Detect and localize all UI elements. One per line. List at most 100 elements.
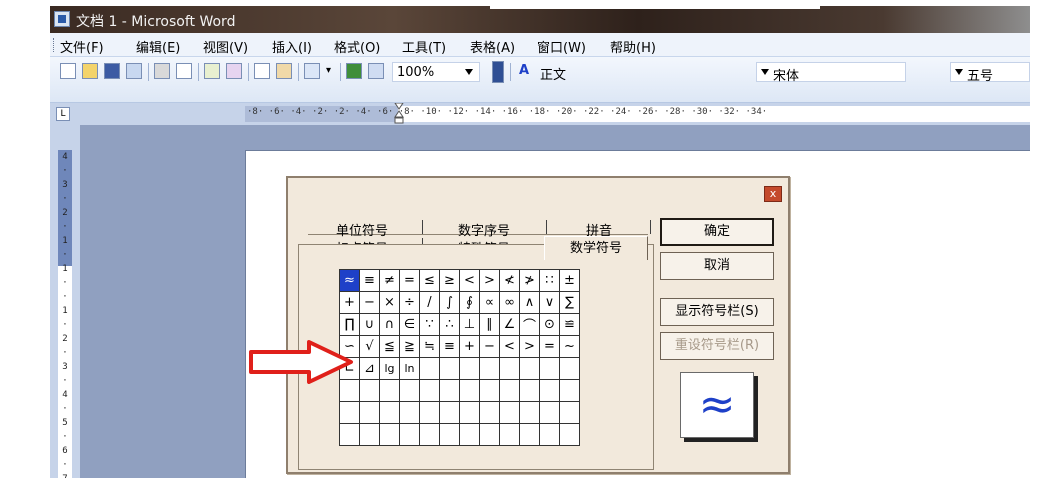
tab-separator [422,220,423,234]
indent-marker-icon[interactable] [394,103,404,125]
symbol-cell[interactable]: ∠ [499,313,520,336]
open-folder-icon[interactable] [82,63,98,79]
symbol-cell[interactable]: < [459,269,480,292]
empty-symbol-cell [419,379,440,402]
menu-view[interactable]: 视图(V) [203,37,248,56]
vertical-ruler-tick: · [62,292,68,302]
toolbar-options-icon[interactable] [492,61,504,83]
symbol-cell[interactable]: ⌒ [519,313,540,336]
vertical-ruler[interactable]: 4 · 3 · 2 · 1 · 1 · · 1 · 2 · 3 · 4 · 5 · 6 · 7 [58,150,72,478]
empty-symbol-cell [539,357,560,380]
symbol-cell[interactable]: ∈ [399,313,420,336]
menu-help[interactable]: 帮助(H) [610,37,656,56]
symbol-cell[interactable]: / [419,291,440,314]
permission-icon[interactable] [126,63,142,79]
menu-insert[interactable]: 插入(I) [272,37,312,56]
symbol-cell[interactable]: ∷ [539,269,560,292]
symbol-cell[interactable]: ⊥ [459,313,480,336]
symbol-cell[interactable]: ∏ [339,313,360,336]
menu-table[interactable]: 表格(A) [470,37,515,56]
symbol-cell[interactable]: ∑ [559,291,580,314]
symbol-cell[interactable]: ≤ [419,269,440,292]
tab-unit-symbols[interactable]: 单位符号 [312,220,412,239]
research-icon[interactable] [226,63,242,79]
spelling-icon[interactable] [204,63,220,79]
print-preview-icon[interactable] [176,63,192,79]
symbol-cell[interactable]: − [479,335,500,358]
cancel-button[interactable]: 取消 [660,252,774,280]
empty-symbol-cell [439,379,460,402]
symbol-cell[interactable]: ÷ [399,291,420,314]
symbol-cell[interactable]: ∝ [479,291,500,314]
menu-file[interactable]: 文件(F) [60,37,104,56]
symbol-cell[interactable]: > [479,269,500,292]
symbol-cell[interactable]: √ [359,335,380,358]
symbol-cell[interactable]: ≒ [419,335,440,358]
symbol-cell[interactable]: − [359,291,380,314]
symbol-cell[interactable]: ∧ [519,291,540,314]
symbol-cell[interactable]: ∮ [459,291,480,314]
symbol-cell[interactable]: + [459,335,480,358]
paste-icon[interactable] [276,63,292,79]
print-icon[interactable] [154,63,170,79]
symbol-cell[interactable]: ≥ [439,269,460,292]
symbol-cell[interactable]: ± [559,269,580,292]
symbol-cell[interactable]: ∵ [419,313,440,336]
symbol-cell[interactable]: + [339,291,360,314]
menu-format[interactable]: 格式(O) [334,37,380,56]
undo-dropdown-icon[interactable]: ▾ [326,63,336,79]
symbol-cell[interactable]: = [539,335,560,358]
symbol-cell[interactable]: > [519,335,540,358]
symbol-cell[interactable]: ≡ [359,269,380,292]
ok-button[interactable]: 确定 [660,218,774,246]
symbol-cell[interactable]: ∴ [439,313,460,336]
new-document-icon[interactable] [60,63,76,79]
symbol-cell[interactable]: ∪ [359,313,380,336]
font-combo[interactable]: 宋体 [756,62,906,84]
show-symbol-bar-button[interactable]: 显示符号栏(S) [660,298,774,326]
undo-icon[interactable] [304,63,320,79]
empty-symbol-cell [539,401,560,424]
symbol-cell[interactable]: ≦ [379,335,400,358]
symbol-cell[interactable]: ∨ [539,291,560,314]
symbol-cell[interactable]: ∥ [479,313,500,336]
style-combo[interactable]: 正文 [536,62,646,83]
symbol-cell[interactable]: ≡ [439,335,460,358]
tab-number-sequence[interactable]: 数字序号 [434,220,534,239]
tab-selector-icon[interactable]: L [56,107,70,121]
hyperlink-icon[interactable] [346,63,362,79]
vertical-ruler-tick: 1 [62,306,68,316]
styles-pane-icon[interactable]: A [516,63,532,79]
symbol-cell[interactable]: ≯ [519,269,540,292]
symbol-cell[interactable]: lg [379,357,400,380]
symbol-cell[interactable]: ≌ [559,313,580,336]
symbol-cell[interactable]: ∩ [379,313,400,336]
size-combo[interactable]: 五号 [950,62,1030,84]
symbol-cell[interactable]: ≠ [379,269,400,292]
horizontal-ruler[interactable]: ·8· ·6· ·4· ·2· ·2· ·4· ·6· ·8· ·10· ·12… [245,103,1030,125]
menu-tools[interactable]: 工具(T) [402,37,446,56]
close-icon[interactable]: x [764,186,782,202]
symbol-cell[interactable]: ∫ [439,291,460,314]
symbol-cell[interactable]: ln [399,357,420,380]
symbol-cell[interactable]: × [379,291,400,314]
empty-symbol-cell [399,423,420,446]
symbol-cell[interactable]: ~ [559,335,580,358]
tables-icon[interactable] [368,63,384,79]
tab-math-symbols[interactable]: 数学符号 [544,236,648,260]
symbol-cell[interactable]: ∞ [499,291,520,314]
symbol-cell[interactable]: ⊿ [359,357,380,380]
copy-icon[interactable] [254,63,270,79]
save-icon[interactable] [104,63,120,79]
symbol-cell[interactable]: ≮ [499,269,520,292]
symbol-cell[interactable]: < [499,335,520,358]
menu-edit[interactable]: 编辑(E) [136,37,180,56]
symbol-cell[interactable]: = [399,269,420,292]
zoom-combo[interactable]: 100% [392,62,480,82]
symbol-cell[interactable]: ⊙ [539,313,560,336]
symbol-cell[interactable]: ≧ [399,335,420,358]
red-arrow-annotation [249,340,353,384]
symbol-cell[interactable]: ≈ [339,269,360,292]
empty-symbol-cell [559,379,580,402]
menu-window[interactable]: 窗口(W) [537,37,586,56]
